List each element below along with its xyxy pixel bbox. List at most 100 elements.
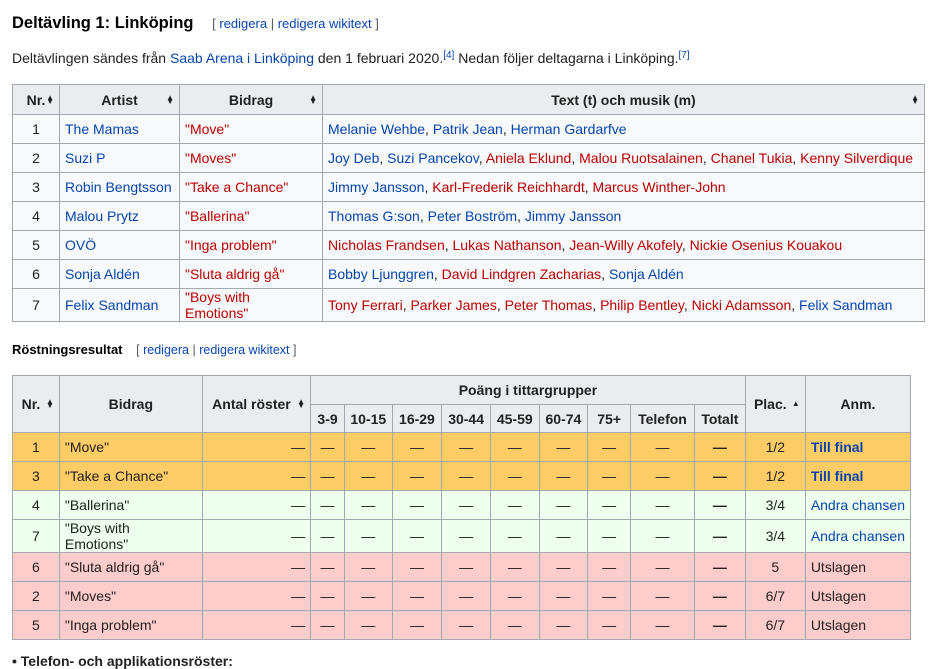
placement: 6/7: [744, 581, 806, 611]
writer-link[interactable]: Jimmy Jansson: [328, 179, 424, 195]
song-title: "Boys with Emotions": [58, 519, 203, 553]
sortable-header-artist[interactable]: Artist ▲ ▼: [59, 84, 180, 115]
artist-link[interactable]: Sonja Aldén: [65, 266, 140, 282]
sortable-header-votes[interactable]: Antal röster ▲ ▼: [201, 375, 312, 433]
sortable-header-nr[interactable]: Nr. ▲ ▼: [12, 84, 60, 115]
group-points: —: [538, 432, 589, 462]
reference-link[interactable]: [4]: [443, 50, 454, 61]
writer-link[interactable]: Suzi Pancekov: [387, 150, 479, 166]
writer-link[interactable]: Jimmy Jansson: [525, 208, 621, 224]
writer-link[interactable]: Peter Thomas: [505, 297, 593, 313]
table-row: 4 Malou Prytz "Ballerina" Thomas G:son, Pet…: [12, 201, 925, 231]
group-points: —: [587, 552, 632, 582]
writer-link[interactable]: Sonja Aldén: [609, 266, 684, 282]
song-title: "Sluta aldrig gå": [58, 552, 203, 582]
artist-link[interactable]: The Mamas: [65, 121, 139, 137]
writer-link[interactable]: David Lindgren Zacharias: [442, 266, 602, 282]
artist-link[interactable]: Suzi P: [65, 150, 105, 166]
song-link[interactable]: "Sluta aldrig gå": [185, 266, 284, 282]
song-title: "Moves": [58, 581, 203, 611]
group-points: —: [310, 552, 345, 582]
song-cell: "Inga problem": [179, 230, 323, 260]
total-points: —: [693, 432, 746, 462]
song-link[interactable]: "Boys with Emotions": [185, 289, 250, 321]
writer-link[interactable]: Lukas Nathanson: [453, 237, 562, 253]
writer-link[interactable]: Malou Ruotsalainen: [579, 150, 703, 166]
edit-link[interactable]: redigera: [143, 343, 189, 357]
writer-link[interactable]: Bobby Ljunggren: [328, 266, 434, 282]
group-points: —: [391, 610, 443, 640]
group-points: —: [538, 581, 589, 611]
artist-link[interactable]: Robin Bengtsson: [65, 179, 172, 195]
header-group-column: 16-29: [391, 404, 443, 433]
sort-icon: ▲ ▼: [911, 92, 919, 106]
header-viewer-groups: Poäng i tittargrupper: [310, 375, 746, 405]
group-points: —: [343, 581, 393, 611]
total-points: —: [693, 581, 746, 611]
reference-link[interactable]: [7]: [679, 50, 690, 61]
second-chance-link[interactable]: Andra chansen: [811, 497, 905, 513]
writer-link[interactable]: Karl-Frederik Reichhardt: [432, 179, 585, 195]
writer-link[interactable]: Philip Bentley: [600, 297, 684, 313]
venue-link[interactable]: Saab Arena i Linköping: [170, 50, 314, 66]
writer-link[interactable]: Marcus Winther-John: [593, 179, 726, 195]
entry-number: 3: [12, 172, 60, 202]
edit-wikitext-link[interactable]: redigera wikitext: [278, 16, 372, 31]
writer-link[interactable]: Thomas G:son: [328, 208, 420, 224]
edit-wikitext-link[interactable]: redigera wikitext: [199, 343, 289, 357]
group-points: —: [538, 610, 589, 640]
song-link[interactable]: "Ballerina": [185, 208, 249, 224]
writer-link[interactable]: Chanel Tukia: [711, 150, 793, 166]
second-chance-link[interactable]: Andra chansen: [811, 528, 905, 544]
sortable-header-nr[interactable]: Nr. ▲ ▼: [12, 375, 60, 433]
vote-count: —: [201, 432, 312, 462]
final-link[interactable]: Till final: [811, 439, 864, 455]
artist-cell: Felix Sandman: [59, 288, 180, 322]
group-points: —: [489, 610, 540, 640]
intro-paragraph: Deltävlingen sändes från Saab Arena i Li…: [12, 50, 690, 66]
group-points: —: [310, 461, 345, 491]
sortable-header-place[interactable]: Plac. ▲: [744, 375, 806, 433]
writer-link[interactable]: Tony Ferrari: [328, 297, 403, 313]
group-points: —: [441, 490, 491, 520]
header-group-column: 75+: [587, 404, 632, 433]
artist-link[interactable]: OVÖ: [65, 237, 96, 253]
writer-link[interactable]: Herman Gardarfve: [511, 121, 627, 137]
writer-link[interactable]: Nicholas Frandsen: [328, 237, 445, 253]
writer-link[interactable]: Aniela Eklund: [486, 150, 572, 166]
song-link[interactable]: "Moves": [185, 150, 236, 166]
entry-number: 4: [12, 201, 60, 231]
writers-cell: Joy Deb, Suzi Pancekov, Aniela Eklund, M…: [322, 143, 925, 173]
writer-link[interactable]: Kenny Silverdique: [800, 150, 913, 166]
sortable-header-writers[interactable]: Text (t) och musik (m) ▲ ▼: [322, 84, 925, 115]
total-points: —: [693, 552, 746, 582]
writer-link[interactable]: Melanie Wehbe: [328, 121, 425, 137]
song-title: "Take a Chance": [58, 461, 203, 491]
group-points: —: [587, 581, 632, 611]
writer-link[interactable]: Parker James: [410, 297, 496, 313]
song-link[interactable]: "Inga problem": [185, 237, 277, 253]
writer-link[interactable]: Nickie Osenius Kouakou: [690, 237, 843, 253]
song-link[interactable]: "Move": [185, 121, 229, 137]
writer-link[interactable]: Patrik Jean: [433, 121, 503, 137]
group-points: —: [343, 610, 393, 640]
artist-link[interactable]: Malou Prytz: [65, 208, 139, 224]
sortable-header-song[interactable]: Bidrag ▲ ▼: [179, 84, 323, 115]
entry-number: 5: [12, 610, 60, 640]
artist-link[interactable]: Felix Sandman: [65, 297, 158, 313]
writer-link[interactable]: Felix Sandman: [799, 297, 892, 313]
entry-number: 7: [12, 519, 60, 553]
group-points: —: [310, 610, 345, 640]
final-link[interactable]: Till final: [811, 468, 864, 484]
writer-link[interactable]: Peter Boström: [428, 208, 517, 224]
group-points: —: [587, 490, 632, 520]
artist-cell: Robin Bengtsson: [59, 172, 180, 202]
placement: 6/7: [744, 610, 806, 640]
writer-link[interactable]: Jean-Willy Akofely: [569, 237, 682, 253]
edit-link[interactable]: redigera: [219, 16, 267, 31]
writers-cell: Jimmy Jansson, Karl-Frederik Reichhardt,…: [322, 172, 925, 202]
song-link[interactable]: "Take a Chance": [185, 179, 288, 195]
table-row: 1 "Move" — — — — — — — — — —1/2 Till final: [12, 432, 912, 462]
writer-link[interactable]: Joy Deb: [328, 150, 379, 166]
writer-link[interactable]: Nicki Adamsson: [692, 297, 792, 313]
